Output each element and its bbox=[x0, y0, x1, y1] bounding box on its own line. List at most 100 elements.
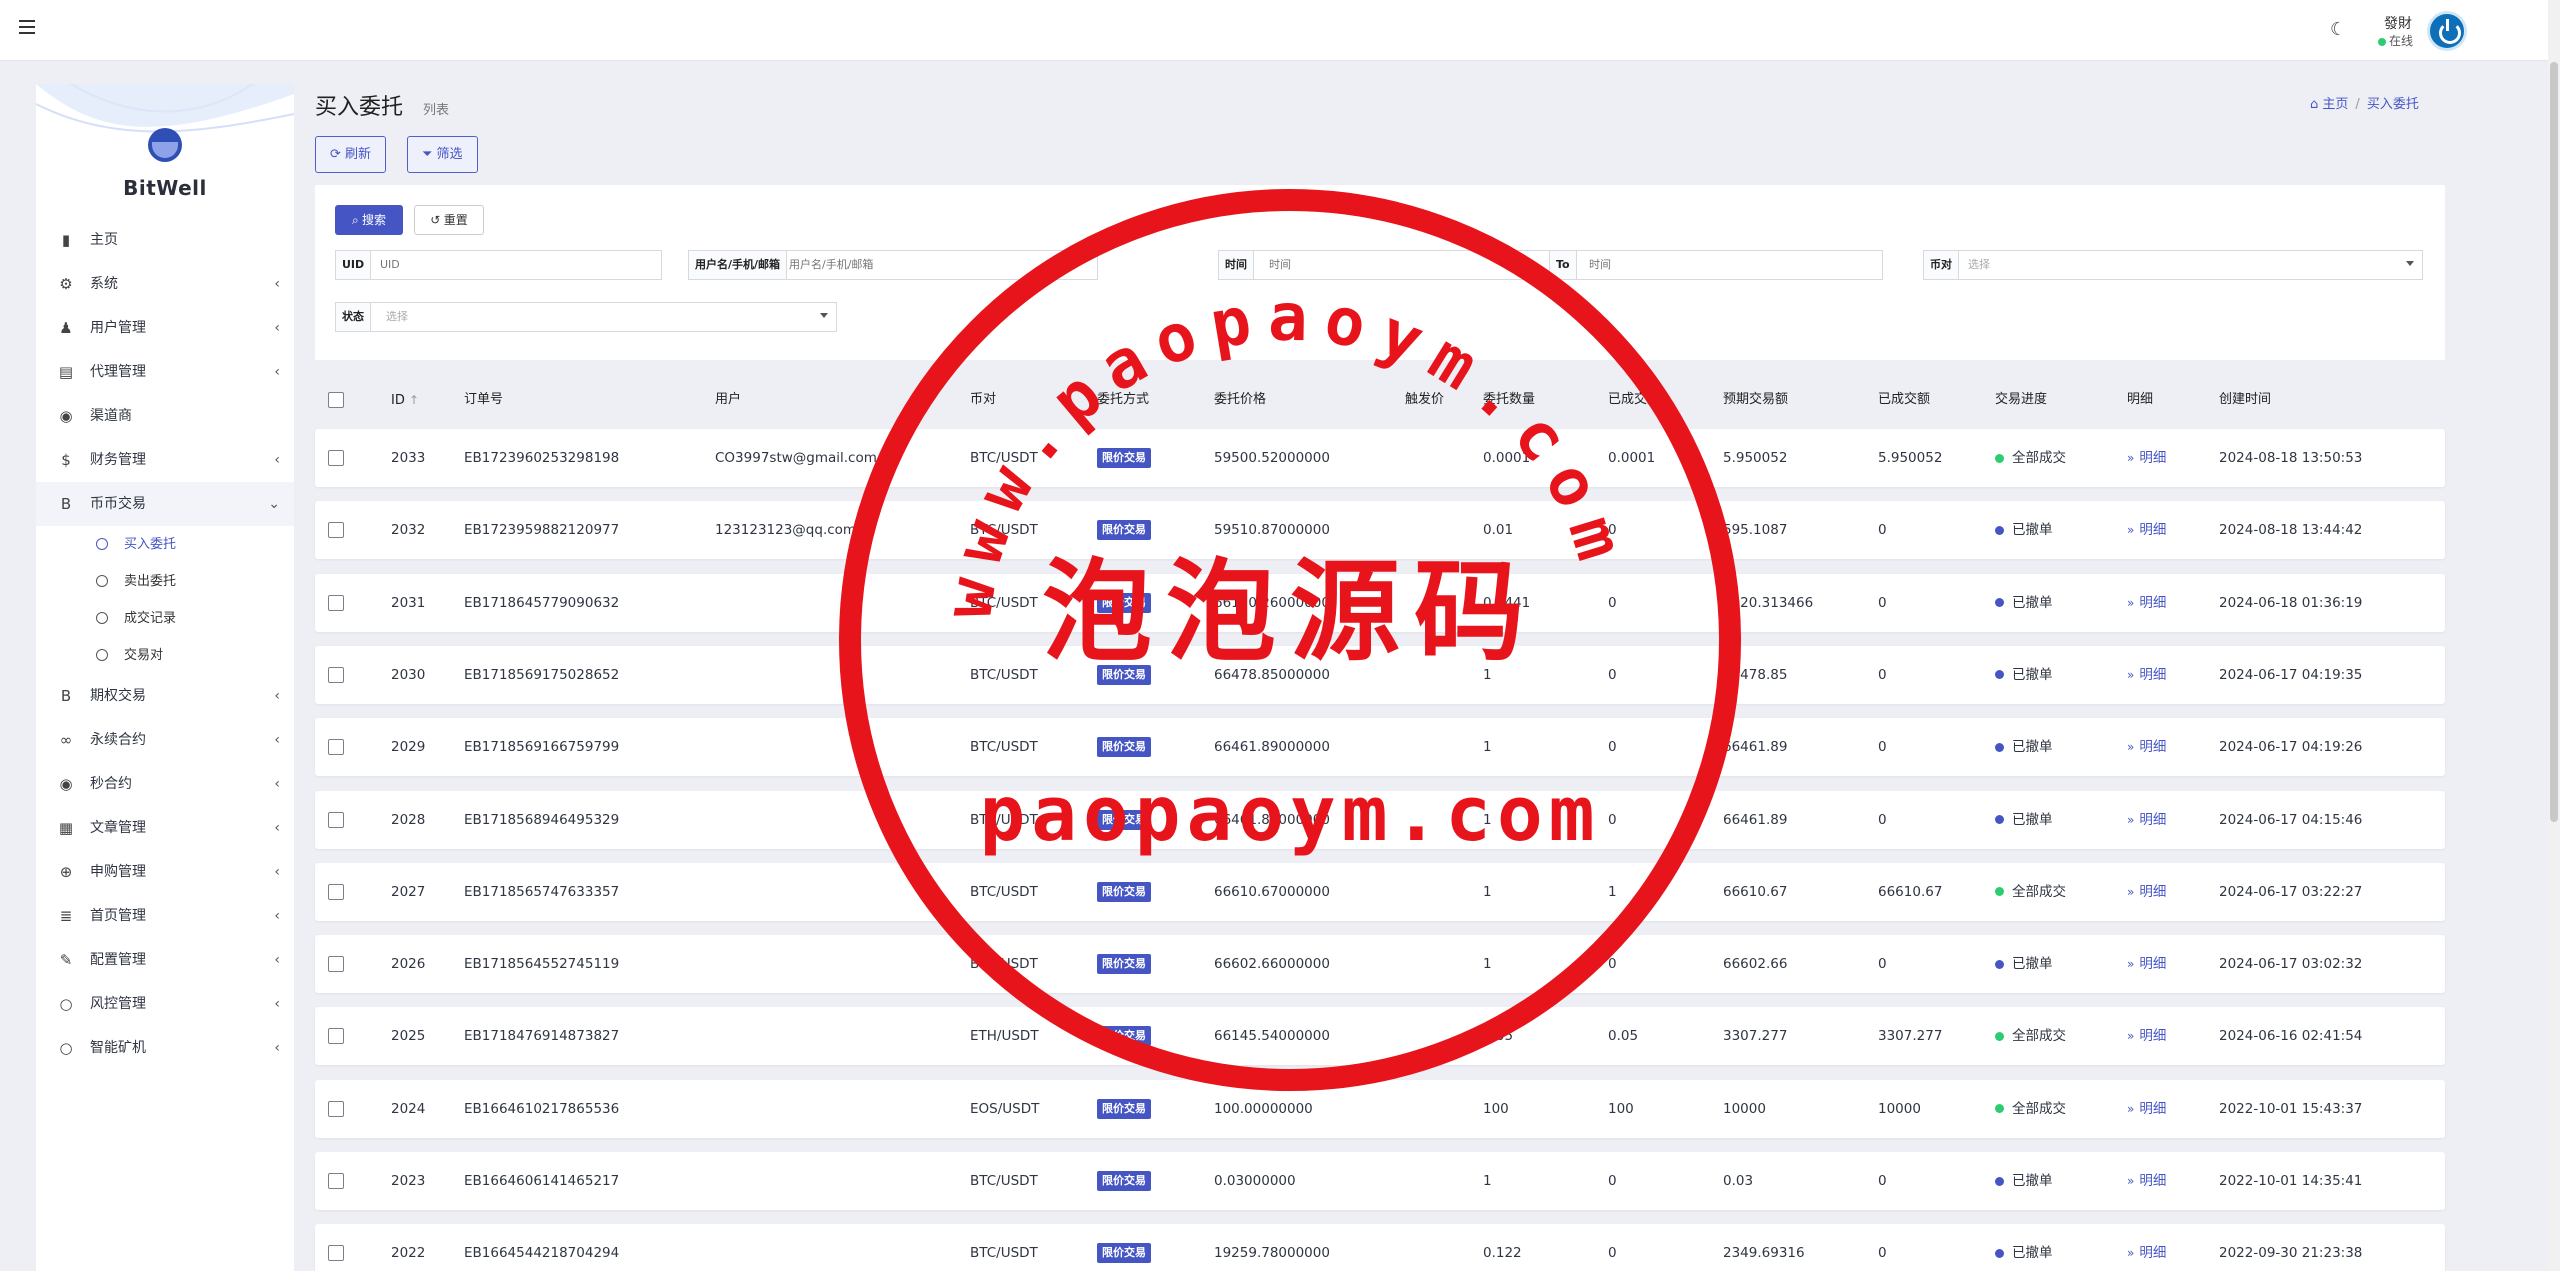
detail-link[interactable]: » 明细 bbox=[2127, 1152, 2166, 1210]
sidebar-subitem[interactable]: 成交记录 bbox=[36, 600, 294, 637]
table-row[interactable]: 2023 EB1664606141465217 BTC/USDT 限价交易 0.0300… bbox=[315, 1152, 2445, 1210]
sidebar-item[interactable]: ∞ 永续合约 ‹ bbox=[36, 718, 294, 762]
sidebar-item[interactable]: $ 财务管理 ‹ bbox=[36, 438, 294, 482]
id-cell: 2031 bbox=[391, 594, 426, 611]
status-dot-icon bbox=[1995, 1031, 2004, 1041]
detail-link[interactable]: » 明细 bbox=[2127, 863, 2166, 921]
sidebar-item[interactable]: ⊕ 申购管理 ‹ bbox=[36, 850, 294, 894]
time-end-input[interactable] bbox=[1589, 251, 1869, 279]
order-cell: EB1718565747633357 bbox=[464, 883, 620, 900]
detail-link[interactable]: » 明细 bbox=[2127, 1224, 2166, 1271]
page-scrollbar[interactable] bbox=[2548, 0, 2560, 1271]
home-icon[interactable]: ⌂ bbox=[2310, 97, 2318, 112]
sidebar-item[interactable]: ○ 风控管理 ‹ bbox=[36, 982, 294, 1026]
refresh-button[interactable]: ⟳ 刷新 bbox=[315, 136, 387, 173]
row-checkbox[interactable] bbox=[328, 739, 344, 756]
pair-filter[interactable]: 币对 选择 bbox=[1923, 250, 2423, 280]
row-checkbox[interactable] bbox=[328, 1028, 344, 1045]
uid-filter: UID bbox=[335, 250, 662, 280]
status-select[interactable]: 选择 bbox=[386, 303, 408, 331]
pair-cell: BTC/USDT bbox=[970, 956, 1038, 973]
select-all-checkbox[interactable] bbox=[328, 392, 344, 408]
breadcrumb-home[interactable]: 主页 bbox=[2322, 97, 2348, 112]
detail-link[interactable]: » 明细 bbox=[2127, 646, 2166, 704]
pair-cell: BTC/USDT bbox=[970, 522, 1038, 539]
status-cell: 已撤单 bbox=[1995, 574, 2053, 632]
table-row[interactable]: 2032 EB1723959882120977 123123123@qq.com BT… bbox=[315, 501, 2445, 560]
sidebar-item[interactable]: ◉ 渠道商 bbox=[36, 394, 294, 438]
row-checkbox[interactable] bbox=[328, 811, 344, 828]
filter-button[interactable]: ⏷ 筛选 bbox=[407, 136, 478, 173]
pair-select[interactable]: 选择 bbox=[1968, 251, 1990, 279]
sidebar-subitem[interactable]: 买入委托 bbox=[36, 526, 294, 563]
mode-badge: 限价交易 bbox=[1097, 1026, 1151, 1047]
table-row[interactable]: 2027 EB1718565747633357 BTC/USDT 限价交易 66610.… bbox=[315, 862, 2445, 921]
column-header[interactable]: ID ↑ bbox=[391, 380, 419, 421]
double-chevron-right-icon: » bbox=[2127, 957, 2135, 972]
column-header: 预期交易额 bbox=[1723, 380, 1788, 420]
row-checkbox[interactable] bbox=[328, 1100, 344, 1117]
row-checkbox[interactable] bbox=[328, 883, 344, 900]
sidebar-item-label: 系统 bbox=[90, 276, 118, 292]
column-header-label: 明细 bbox=[2127, 392, 2154, 407]
dark-mode-icon[interactable]: ☾ bbox=[2330, 20, 2350, 40]
detail-link[interactable]: » 明细 bbox=[2127, 718, 2166, 776]
sidebar-item[interactable]: ⚙ 系统 ‹ bbox=[36, 262, 294, 306]
row-checkbox[interactable] bbox=[328, 1173, 344, 1189]
sidebar-subitem[interactable]: 交易对 bbox=[36, 637, 294, 674]
sidebar-item[interactable]: ✎ 配置管理 ‹ bbox=[36, 938, 294, 982]
detail-link[interactable]: » 明细 bbox=[2127, 1080, 2166, 1138]
sidebar-item[interactable]: ♟ 用户管理 ‹ bbox=[36, 306, 294, 350]
table-row[interactable]: 2033 EB1723960253298198 CO3997stw@gmail.co… bbox=[315, 429, 2445, 487]
row-checkbox[interactable] bbox=[328, 594, 344, 611]
user-filter-label: 用户名/手机/邮箱 bbox=[689, 251, 788, 279]
sidebar-item[interactable]: ≣ 首页管理 ‹ bbox=[36, 894, 294, 938]
table-row[interactable]: 2025 EB1718476914873827 ETH/USDT 限价交易 66145.… bbox=[315, 1007, 2445, 1066]
sidebar-item[interactable]: ▮ 主页 bbox=[36, 218, 294, 262]
pair-label: 币对 bbox=[1924, 251, 1959, 279]
table-row[interactable]: 2024 EB1664610217865536 EOS/USDT 限价交易 100.00… bbox=[315, 1079, 2445, 1138]
row-checkbox[interactable] bbox=[328, 1245, 344, 1262]
sort-arrow-icon[interactable]: ↑ bbox=[409, 393, 419, 407]
detail-link[interactable]: » 明细 bbox=[2127, 429, 2166, 487]
table-row[interactable]: 2026 EB1718564552745119 BTC/USDT 限价交易 66602.… bbox=[315, 935, 2445, 994]
sidebar-item[interactable]: ▦ 文章管理 ‹ bbox=[36, 806, 294, 850]
table-row[interactable]: 2029 EB1718569166759799 BTC/USDT 限价交易 66461.… bbox=[315, 718, 2445, 777]
sidebar-item[interactable]: ○ 智能矿机 ‹ bbox=[36, 1026, 294, 1070]
newspaper-icon: ▦ bbox=[58, 819, 74, 837]
status-cell: 全部成交 bbox=[1995, 1007, 2066, 1065]
reset-button[interactable]: ↺ 重置 bbox=[414, 205, 484, 235]
row-checkbox[interactable] bbox=[328, 666, 344, 683]
sidebar-item[interactable]: ◉ 秒合约 ‹ bbox=[36, 762, 294, 806]
done-qty-cell: 0 bbox=[1608, 956, 1617, 973]
table-row[interactable]: 2031 EB1718645779090632 BTC/USDT 限价交易 66120.… bbox=[315, 573, 2445, 632]
row-checkbox[interactable] bbox=[328, 450, 344, 466]
sidebar-item[interactable]: B 期权交易 ‹ bbox=[36, 674, 294, 718]
detail-link[interactable]: » 明细 bbox=[2127, 791, 2166, 849]
status-cell: 已撤单 bbox=[1995, 1152, 2053, 1210]
table-row[interactable]: 2028 EB1718568946495329 BTC/USDT 限价交易 66461.… bbox=[315, 790, 2445, 849]
avatar[interactable] bbox=[2427, 11, 2467, 51]
detail-link[interactable]: » 明细 bbox=[2127, 935, 2166, 993]
mode-cell: 限价交易 bbox=[1097, 1224, 1151, 1271]
uid-input[interactable] bbox=[380, 251, 650, 279]
detail-link[interactable]: » 明细 bbox=[2127, 501, 2166, 559]
sidebar-item[interactable]: ▤ 代理管理 ‹ bbox=[36, 350, 294, 394]
table-row[interactable]: 2022 EB1664544218704294 BTC/USDT 限价交易 19259.… bbox=[315, 1224, 2445, 1271]
user-input[interactable] bbox=[789, 251, 1089, 279]
status-filter[interactable]: 状态 选择 bbox=[335, 302, 837, 332]
scrollbar-thumb[interactable] bbox=[2550, 62, 2558, 822]
table-row[interactable]: 2030 EB1718569175028652 BTC/USDT 限价交易 66478.… bbox=[315, 645, 2445, 704]
order-cell: EB1718564552745119 bbox=[464, 956, 620, 973]
sidebar-item[interactable]: B 币币交易 ⌄ bbox=[36, 482, 294, 526]
detail-link[interactable]: » 明细 bbox=[2127, 1007, 2166, 1065]
row-checkbox[interactable] bbox=[328, 956, 344, 973]
row-checkbox[interactable] bbox=[328, 522, 344, 539]
detail-link[interactable]: » 明细 bbox=[2127, 574, 2166, 632]
search-button[interactable]: ⌕ 搜索 bbox=[335, 205, 403, 235]
user-name[interactable]: 發財 bbox=[2384, 13, 2412, 33]
menu-toggle-icon[interactable] bbox=[19, 20, 35, 34]
sidebar-subitem[interactable]: 卖出委托 bbox=[36, 563, 294, 600]
time-start-input[interactable] bbox=[1269, 251, 1519, 279]
status-dot-icon bbox=[1995, 1176, 2004, 1186]
